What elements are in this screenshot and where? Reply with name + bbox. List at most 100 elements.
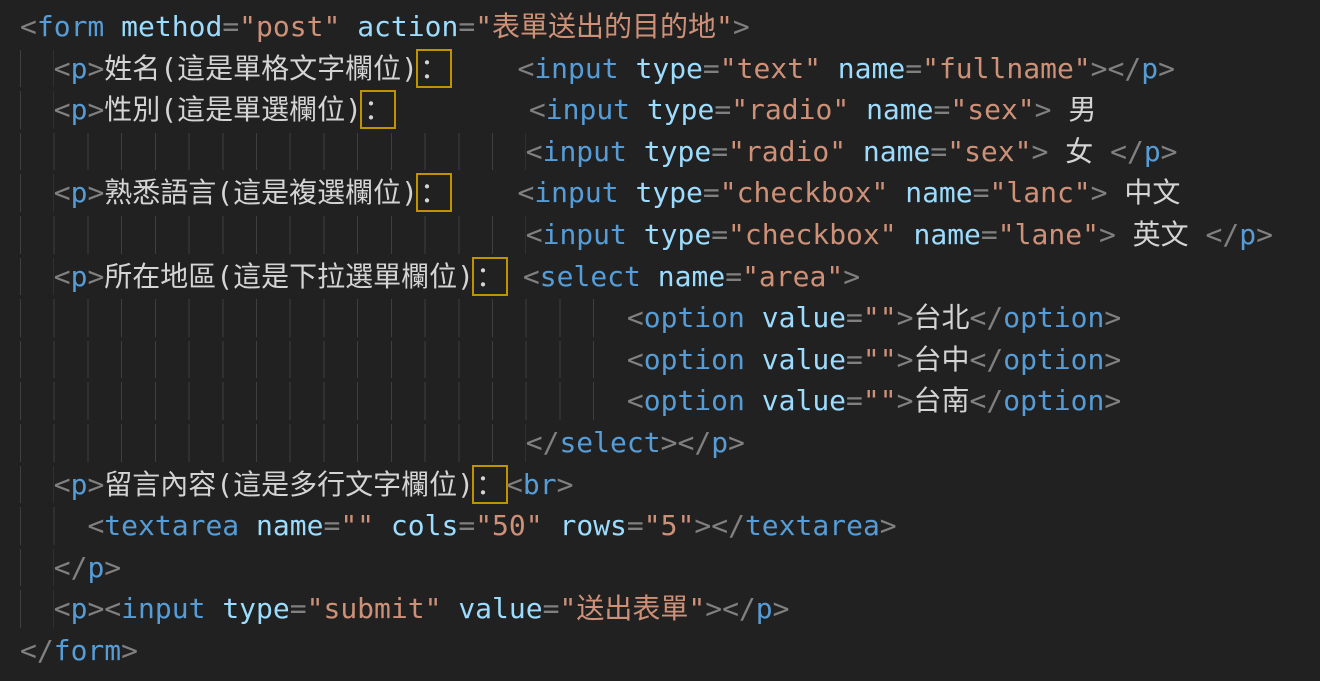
punctuation-token: > bbox=[1032, 135, 1049, 168]
punctuation-token: < bbox=[517, 52, 534, 85]
punctuation-token: > bbox=[557, 468, 574, 501]
tag-token: input bbox=[534, 176, 618, 209]
punctuation-token: = bbox=[973, 176, 990, 209]
text-token bbox=[630, 93, 647, 126]
string-token: "" bbox=[863, 343, 897, 376]
string-token: "" bbox=[863, 384, 897, 417]
code-line[interactable]: <p>留言內容(這是多行文字欄位)：<br> bbox=[20, 464, 1320, 506]
punctuation-token: < bbox=[54, 176, 71, 209]
text-token bbox=[20, 176, 54, 209]
code-line[interactable]: <p>姓名(這是單格文字欄位)： <input type="text" name… bbox=[20, 48, 1320, 90]
punctuation-token: < bbox=[627, 301, 644, 334]
punctuation-token: </ bbox=[1206, 218, 1240, 251]
punctuation-token: </ bbox=[1110, 135, 1144, 168]
text-token bbox=[20, 135, 526, 168]
code-line[interactable]: <textarea name="" cols="50" rows="5"></t… bbox=[20, 505, 1320, 547]
punctuation-token: > bbox=[1091, 52, 1108, 85]
punctuation-token: </ bbox=[1108, 52, 1142, 85]
string-token: "post" bbox=[239, 10, 340, 43]
punctuation-token: = bbox=[703, 52, 720, 85]
code-editor[interactable]: <form method="post" action="表單送出的目的地"> <… bbox=[0, 0, 1320, 681]
code-line[interactable]: <p>熟悉語言(這是複選欄位)： <input type="checkbox" … bbox=[20, 172, 1320, 214]
punctuation-token: > bbox=[87, 176, 104, 209]
string-token: "sex" bbox=[947, 135, 1031, 168]
text-token bbox=[745, 301, 762, 334]
punctuation-token: > bbox=[104, 551, 121, 584]
punctuation-token: > bbox=[897, 384, 914, 417]
punctuation-token: > bbox=[87, 592, 104, 625]
code-line[interactable]: </select></p> bbox=[20, 422, 1320, 464]
punctuation-token: > bbox=[773, 592, 790, 625]
unicode-highlight-box: ： bbox=[416, 173, 452, 212]
tag-token: input bbox=[543, 135, 627, 168]
code-line[interactable]: <input type="radio" name="sex"> 女 </p> bbox=[20, 131, 1320, 173]
punctuation-token: < bbox=[523, 260, 540, 293]
text-token: 熟悉語言(這是複選欄位) bbox=[104, 176, 418, 209]
punctuation-token: < bbox=[87, 509, 104, 542]
punctuation-token: > bbox=[843, 260, 860, 293]
string-token: "checkbox" bbox=[720, 176, 889, 209]
text-token bbox=[20, 52, 54, 85]
code-lines: <form method="post" action="表單送出的目的地"> <… bbox=[20, 6, 1320, 672]
unicode-highlight-box: ： bbox=[472, 465, 508, 504]
attribute-token: name bbox=[863, 135, 930, 168]
punctuation-token: > bbox=[87, 52, 104, 85]
code-line[interactable]: </form> bbox=[20, 630, 1320, 672]
string-token: "5" bbox=[644, 509, 695, 542]
punctuation-token: </ bbox=[526, 426, 560, 459]
text-token bbox=[888, 176, 905, 209]
attribute-token: type bbox=[635, 52, 702, 85]
tag-token: option bbox=[1003, 301, 1104, 334]
punctuation-token: = bbox=[934, 93, 951, 126]
code-line[interactable]: <option value="">台中</option> bbox=[20, 339, 1320, 381]
punctuation-token: </ bbox=[677, 426, 711, 459]
code-line[interactable]: <option value="">台北</option> bbox=[20, 297, 1320, 339]
text-token: 留言內容(這是多行文字欄位) bbox=[104, 468, 474, 501]
text-token: 姓名(這是單格文字欄位) bbox=[104, 52, 418, 85]
tag-token: input bbox=[534, 52, 618, 85]
tag-token: textarea bbox=[104, 509, 239, 542]
code-line[interactable]: <input type="checkbox" name="lane"> 英文 <… bbox=[20, 214, 1320, 256]
code-line[interactable]: </p> bbox=[20, 547, 1320, 589]
attribute-token: name bbox=[866, 93, 933, 126]
string-token: "checkbox" bbox=[728, 218, 897, 251]
code-line[interactable]: <form method="post" action="表單送出的目的地"> bbox=[20, 6, 1320, 48]
punctuation-token: > bbox=[1256, 218, 1273, 251]
punctuation-token: < bbox=[54, 52, 71, 85]
tag-token: input bbox=[121, 592, 205, 625]
text-token: 台北 bbox=[913, 301, 969, 334]
text-token bbox=[20, 343, 627, 376]
tag-token: p bbox=[71, 592, 88, 625]
text-token bbox=[627, 218, 644, 251]
tag-token: p bbox=[71, 93, 88, 126]
punctuation-token: < bbox=[104, 592, 121, 625]
text-token bbox=[20, 93, 54, 126]
attribute-token: action bbox=[357, 10, 458, 43]
attribute-token: method bbox=[121, 10, 222, 43]
code-line[interactable]: <p>性別(這是單選欄位)： <input type="radio" name=… bbox=[20, 89, 1320, 131]
tag-token: p bbox=[756, 592, 773, 625]
text-token bbox=[20, 592, 54, 625]
punctuation-token: = bbox=[725, 260, 742, 293]
punctuation-token: = bbox=[846, 384, 863, 417]
text-token bbox=[239, 509, 256, 542]
punctuation-token: > bbox=[661, 426, 678, 459]
punctuation-token: > bbox=[897, 301, 914, 334]
punctuation-token: </ bbox=[20, 634, 54, 667]
punctuation-token: > bbox=[694, 509, 711, 542]
tag-token: p bbox=[71, 468, 88, 501]
string-token: "submit" bbox=[307, 592, 442, 625]
text-token bbox=[20, 218, 526, 251]
string-token: "fullname" bbox=[922, 52, 1091, 85]
code-line[interactable]: <p>所在地區(這是下拉選單欄位)： <select name="area"> bbox=[20, 256, 1320, 298]
punctuation-token: < bbox=[54, 468, 71, 501]
attribute-token: value bbox=[762, 301, 846, 334]
tag-token: p bbox=[71, 260, 88, 293]
attribute-token: name bbox=[913, 218, 980, 251]
text-token bbox=[821, 52, 838, 85]
tag-token: option bbox=[644, 301, 745, 334]
punctuation-token: > bbox=[121, 634, 138, 667]
punctuation-token: = bbox=[323, 509, 340, 542]
code-line[interactable]: <option value="">台南</option> bbox=[20, 380, 1320, 422]
code-line[interactable]: <p><input type="submit" value="送出表單"></p… bbox=[20, 588, 1320, 630]
